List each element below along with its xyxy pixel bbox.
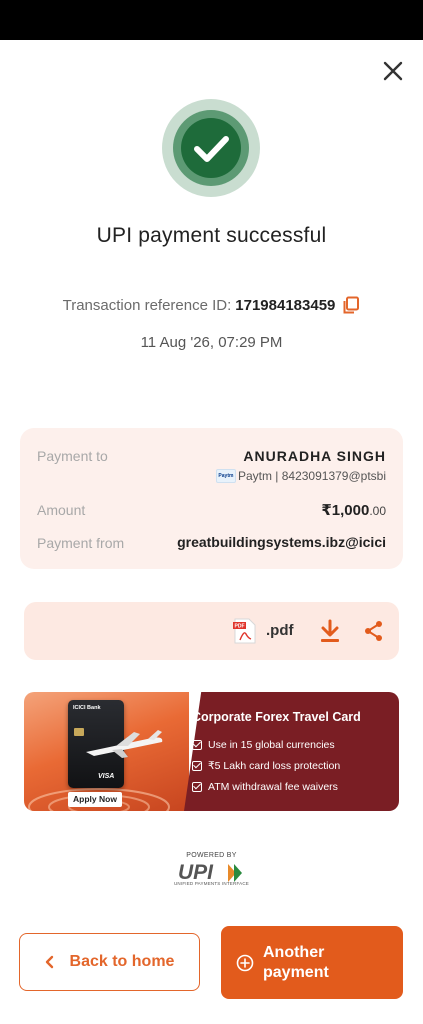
apply-now-button[interactable]: Apply Now	[68, 792, 122, 807]
check-circle-icon	[162, 99, 260, 197]
airplane-icon	[86, 730, 163, 758]
plus-circle-icon	[236, 954, 254, 972]
banner-image-area: ICICI Bank VISA Apply Now	[24, 692, 189, 811]
banner-bullet-text: ₹5 Lakh card loss protection	[208, 759, 341, 772]
another-payment-label: Another payment	[263, 943, 329, 981]
pdf-file-label: .pdf	[266, 622, 294, 639]
payee-handle: Paytm | 8423091379@ptsbi	[237, 469, 386, 483]
banner-bullet: ATM withdrawal fee waivers	[192, 776, 340, 797]
banner-bullet-text: ATM withdrawal fee waivers	[208, 780, 338, 793]
transaction-ref-id: 171984183459	[235, 296, 336, 314]
powered-by-label: POWERED BY	[186, 852, 237, 859]
pdf-file-icon[interactable]: PDF	[233, 618, 257, 644]
amount-label: Amount	[37, 502, 86, 518]
amount-main: ₹1,000	[321, 502, 370, 519]
banner-bullet: Use in 15 global currencies	[192, 734, 340, 755]
amount-value: ₹1,000.00	[321, 501, 386, 519]
checkbox-icon	[192, 781, 202, 792]
forex-card-banner[interactable]: ICICI Bank VISA Apply Now Corporate Fore…	[24, 692, 399, 811]
amount-paise: .00	[369, 504, 386, 518]
upi-subtitle: UNIFIED PAYMENTS INTERFACE	[173, 881, 250, 886]
payment-from-value: greatbuildingsystems.ibz@icici	[177, 534, 386, 550]
checkbox-icon	[192, 760, 202, 771]
download-icon[interactable]	[319, 619, 341, 643]
transaction-ref-label: Transaction reference ID:	[62, 296, 232, 314]
close-icon[interactable]	[383, 61, 403, 81]
receipt-attachment-card: PDF .pdf	[24, 602, 399, 660]
status-title: UPI payment successful	[96, 224, 327, 247]
banner-bullet: ₹5 Lakh card loss protection	[192, 755, 340, 776]
payment-from-label: Payment from	[37, 535, 125, 551]
banner-bank-name: ICICI Bank	[73, 705, 101, 711]
payee-handle-row: Paytm Paytm | 8423091379@ptsbi	[215, 469, 386, 483]
transaction-reference-row: Transaction reference ID: 171984183459	[0, 296, 423, 314]
back-to-home-label: Back to home	[69, 953, 175, 970]
banner-bullet-text: Use in 15 global currencies	[208, 738, 335, 751]
chevron-left-icon	[45, 955, 54, 969]
payment-details-card: Payment to ANURADHA SINGH Paytm Paytm | …	[20, 428, 403, 569]
back-to-home-button[interactable]: Back to home	[19, 933, 200, 991]
status-bar	[0, 0, 423, 40]
share-icon[interactable]	[364, 620, 384, 642]
transaction-datetime: 11 Aug '26, 07:29 PM	[140, 334, 283, 351]
close-button[interactable]	[378, 56, 408, 86]
svg-text:PDF: PDF	[235, 624, 245, 630]
copy-icon[interactable]	[342, 296, 360, 314]
banner-card-network: VISA	[98, 773, 115, 780]
payee-name: ANURADHA SINGH	[243, 448, 386, 464]
banner-title: Corporate Forex Travel Card	[192, 710, 361, 724]
paytm-logo-icon: Paytm	[215, 469, 236, 483]
checkbox-icon	[192, 739, 202, 750]
another-payment-button[interactable]: Another payment	[221, 926, 403, 999]
banner-bullet-list: Use in 15 global currencies ₹5 Lakh card…	[192, 734, 340, 797]
payment-to-label: Payment to	[37, 448, 108, 464]
